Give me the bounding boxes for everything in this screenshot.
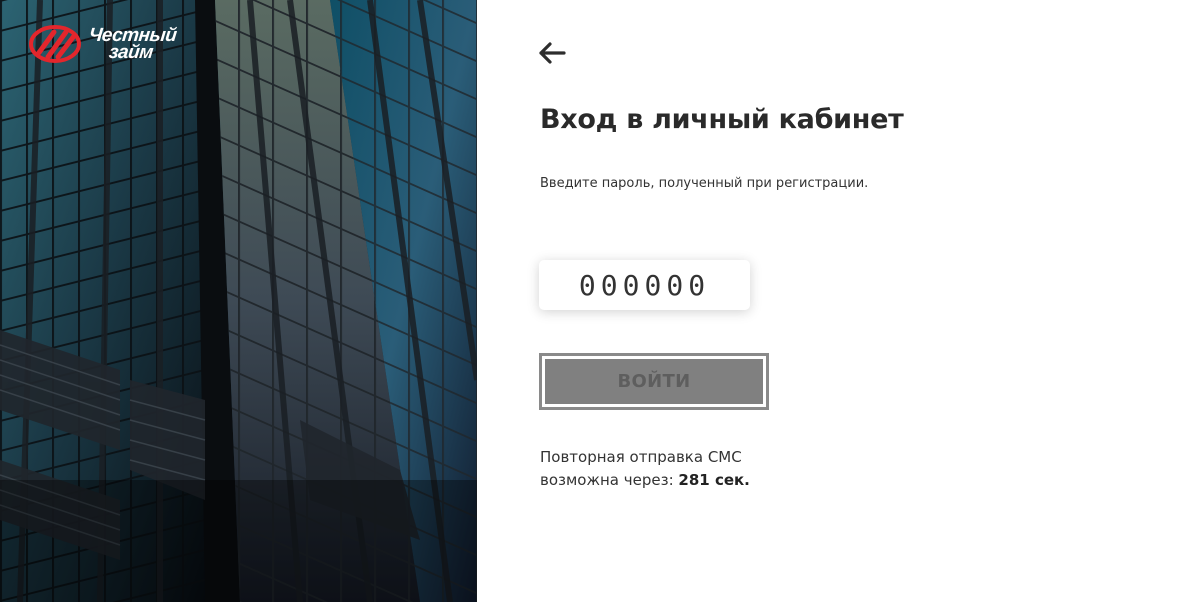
hero-image: Честный займ <box>0 0 477 602</box>
resend-line2: возможна через: 281 сек. <box>540 469 750 492</box>
brand-logo[interactable]: Честный займ <box>28 24 178 64</box>
page-title: Вход в личный кабинет <box>540 104 904 135</box>
login-button[interactable]: ВОЙТИ <box>539 353 769 410</box>
resend-line2-prefix: возможна через: <box>540 471 679 489</box>
skyscraper-illustration <box>0 0 477 602</box>
resend-sms-notice: Повторная отправка СМС возможна через: 2… <box>540 446 750 492</box>
login-page: Честный займ Вход в личный кабинет Введи… <box>0 0 1184 602</box>
brand-name-line2: займ <box>107 42 154 63</box>
login-button-label: ВОЙТИ <box>545 359 763 404</box>
brand-logo-icon <box>29 25 81 63</box>
resend-countdown: 281 сек. <box>678 471 750 489</box>
page-subtitle: Введите пароль, полученный при регистрац… <box>540 176 869 191</box>
arrow-left-icon <box>539 42 566 64</box>
sms-code-input[interactable] <box>539 260 750 310</box>
resend-line1: Повторная отправка СМС <box>540 448 742 466</box>
back-button[interactable] <box>537 40 567 66</box>
brand-name: Честный займ <box>86 25 178 63</box>
login-form-panel: Вход в личный кабинет Введите пароль, по… <box>477 0 1184 602</box>
